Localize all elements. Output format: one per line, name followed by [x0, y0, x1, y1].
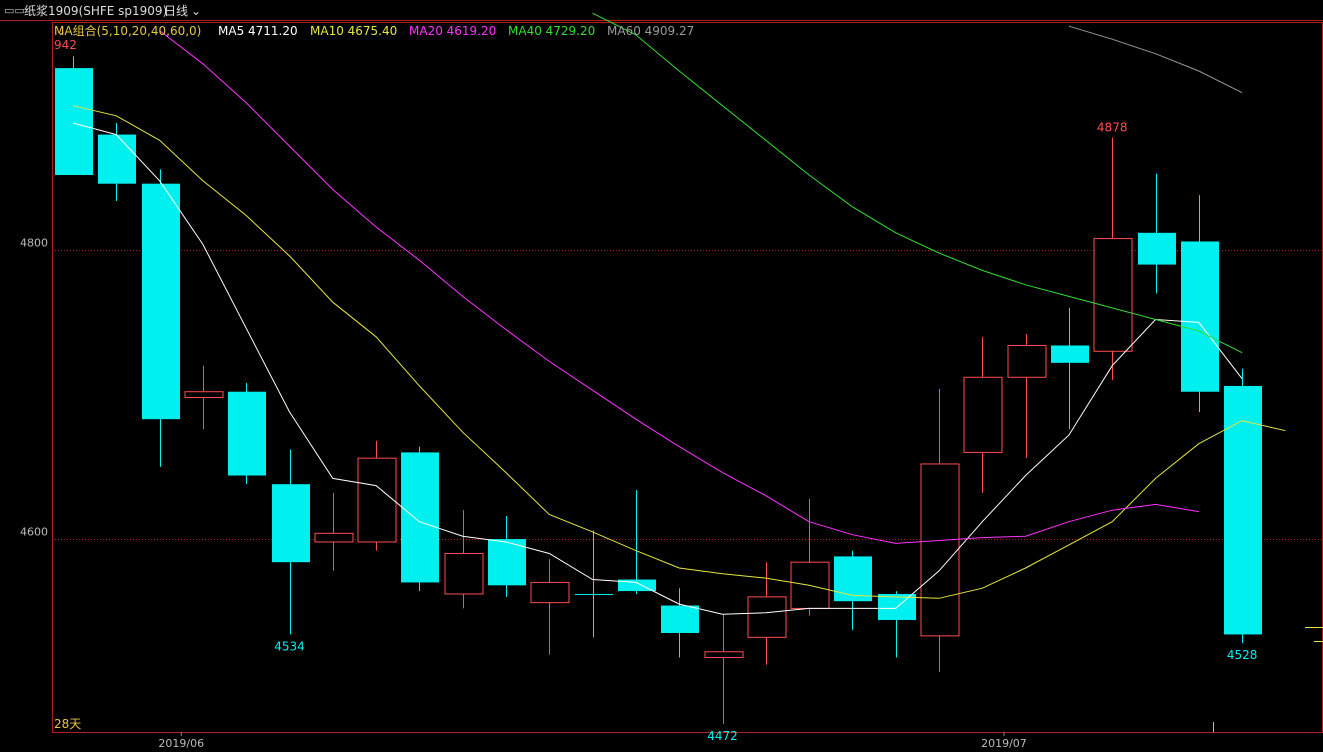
- candle-body: [530, 581, 570, 604]
- candle: [488, 515, 526, 597]
- chevron-down-icon: ⌄: [56, 24, 67, 38]
- day-count: 28天: [54, 717, 82, 731]
- candle: [1007, 333, 1047, 459]
- extreme-label: 4878: [1097, 120, 1128, 134]
- legend-ma40: MA40 4729.20: [508, 24, 596, 38]
- candle: [444, 510, 484, 609]
- candle: [575, 530, 613, 638]
- candle: [920, 388, 960, 672]
- legend-ma5: MA5 4711.20: [218, 24, 298, 38]
- extreme-label: 4528: [1227, 648, 1258, 662]
- y-tick-label: 4600: [20, 526, 48, 539]
- candle: [530, 559, 570, 655]
- candle-body: [1093, 238, 1133, 352]
- extreme-label: 4472: [707, 729, 738, 743]
- ma-group-text: MA组合(5,10,20,40,60,0): [54, 24, 202, 38]
- legend-ma10: MA10 4675.40: [310, 24, 398, 38]
- candle-body: [575, 593, 613, 595]
- legend-ma20: MA20 4619.20: [409, 24, 497, 38]
- candle: [1138, 173, 1176, 294]
- legend-ma60: MA60 4909.27: [607, 24, 695, 38]
- candle-body: [55, 68, 93, 176]
- candle: [272, 449, 310, 635]
- candle: [357, 440, 397, 551]
- ma20-line: [159, 30, 1199, 544]
- candle: [834, 550, 872, 631]
- ma5-line: [72, 122, 1243, 615]
- candlestick-chart[interactable]: 4800 4600 2019/06 2019/07 942 4534 4472 4878 452…: [0, 0, 1323, 752]
- candle: [142, 169, 180, 467]
- candle: [878, 591, 916, 658]
- candle-body: [1138, 232, 1176, 265]
- candle: [55, 56, 93, 176]
- candle-body: [401, 452, 439, 583]
- candle-body: [704, 651, 744, 659]
- ma60-line: [1068, 25, 1243, 94]
- candle-body: [228, 391, 266, 476]
- candle-body: [98, 134, 136, 184]
- candle: [401, 446, 439, 592]
- candle: [963, 336, 1003, 493]
- candle-body: [747, 596, 787, 638]
- candle: [790, 498, 830, 616]
- candle-body: [357, 457, 397, 543]
- candle: [704, 614, 744, 724]
- candle: [618, 489, 656, 594]
- y-tick-label: 4800: [20, 237, 48, 250]
- candle-body: [1181, 241, 1219, 392]
- candle: [1224, 368, 1262, 644]
- candle-body: [272, 484, 310, 563]
- candle: [1093, 137, 1133, 381]
- candle: [661, 588, 699, 658]
- extreme-label: 942: [54, 38, 77, 52]
- extreme-label: 4534: [274, 639, 305, 653]
- candle: [1181, 195, 1219, 412]
- candle-body: [920, 463, 960, 637]
- candle-body: [834, 556, 872, 602]
- candle-body: [1007, 344, 1047, 378]
- candle-body: [661, 605, 699, 633]
- candle-body: [963, 376, 1003, 453]
- candle-body: [142, 183, 180, 420]
- candle: [314, 492, 354, 571]
- candle-body: [314, 532, 354, 543]
- candle-body: [184, 391, 224, 399]
- candle-body: [444, 553, 484, 595]
- candle-body: [1051, 345, 1089, 363]
- candle-body: [1224, 385, 1262, 635]
- ma10-line: [72, 105, 1286, 599]
- x-tick-label: 2019/07: [981, 737, 1027, 750]
- x-tick-label: 2019/06: [158, 737, 204, 750]
- ma40-line: [592, 12, 1243, 354]
- candle: [184, 365, 224, 430]
- candle: [228, 383, 266, 485]
